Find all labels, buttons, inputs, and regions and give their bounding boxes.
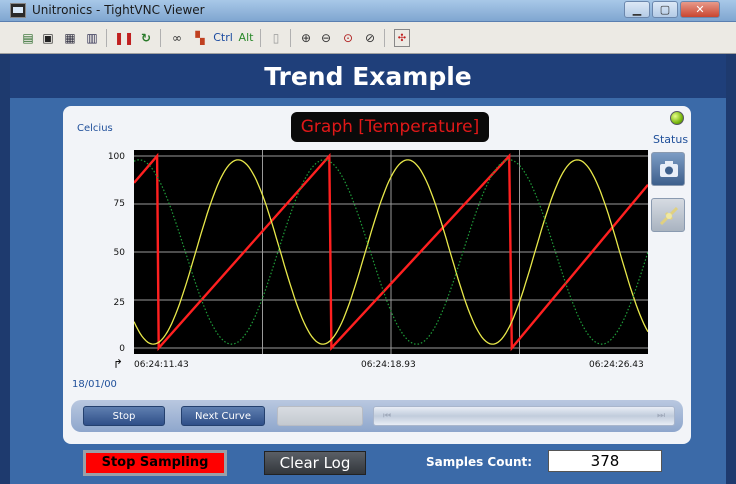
maximize-button[interactable]: ▢ [652, 1, 678, 18]
graph-title: Graph [Temperature] [291, 112, 489, 142]
trend-plot [133, 150, 649, 354]
ctrl-alt-del-icon[interactable]: ∞ [168, 29, 186, 47]
title-bar: Unitronics - TightVNC Viewer ▁ ▢ ✕ [0, 0, 736, 22]
y-tick-label: 100 [107, 152, 125, 162]
y-tick-label: 75 [113, 199, 125, 209]
toolbar-separator [384, 29, 385, 47]
stop-button[interactable]: Stop [83, 406, 165, 426]
vnc-window: Unitronics - TightVNC Viewer ▁ ▢ ✕ ▤ ▣ ▦… [0, 0, 736, 484]
page-title: Trend Example [264, 62, 472, 91]
toolbar-separator [260, 29, 261, 47]
connection-info-icon[interactable]: ▦ [62, 29, 78, 47]
alt-key-button[interactable]: Alt [238, 29, 254, 47]
status-led-icon [670, 111, 684, 125]
toolbar-separator [160, 29, 161, 47]
next-curve-button[interactable]: Next Curve [181, 406, 265, 426]
stop-sampling-button[interactable]: Stop Sampling [83, 450, 227, 476]
window-title: Unitronics - TightVNC Viewer [32, 3, 205, 17]
arrow-corner-icon: ↱ [113, 357, 124, 371]
stop-sampling-label: Stop Sampling [86, 453, 224, 473]
options-icon[interactable]: ▥ [84, 29, 100, 47]
x-tick-label: 06:24:11.43 [134, 360, 189, 370]
x-tick-label: 06:24:18.93 [361, 360, 416, 370]
trend-panel: Graph [Temperature] Celcius Status 100 7… [63, 106, 691, 444]
date-label: 18/01/00 [72, 379, 117, 390]
toolbar: ▤ ▣ ▦ ▥ ❚❚ ↻ ∞ ▚ Ctrl Alt ▯ ⊕ ⊖ ⊙ ⊘ ✣ [0, 22, 736, 54]
scroll-start-icon[interactable]: ⏮ [376, 409, 398, 423]
zoom-fit-icon[interactable]: ⊘ [362, 29, 378, 47]
unit-label: Celcius [77, 123, 113, 134]
minimize-button[interactable]: ▁ [624, 1, 650, 18]
pause-icon[interactable]: ❚❚ [114, 29, 134, 47]
control-bar: Stop Next Curve ⏮ ⏭ [71, 400, 683, 432]
refresh-icon[interactable]: ↻ [138, 29, 154, 47]
x-tick-label: 06:24:26.43 [589, 360, 644, 370]
scroll-end-icon[interactable]: ⏭ [650, 409, 672, 423]
y-tick-label: 0 [119, 344, 125, 354]
toolbar-separator [290, 29, 291, 47]
zoom-in-icon[interactable]: ⊕ [298, 29, 314, 47]
toolbar-separator [106, 29, 107, 47]
trend-chart-svg [133, 150, 649, 354]
hmi-header: Trend Example [10, 54, 726, 98]
ctrl-key-button[interactable]: Ctrl [212, 29, 234, 47]
camera-icon[interactable] [651, 152, 685, 186]
clear-log-button[interactable]: Clear Log [264, 451, 366, 475]
plug-icon[interactable] [651, 198, 685, 232]
history-scrollbar[interactable]: ⏮ ⏭ [373, 406, 675, 426]
samples-count-value: 378 [548, 450, 662, 472]
save-icon[interactable]: ▣ [40, 29, 56, 47]
status-label: Status [653, 133, 689, 146]
zoom-100-icon[interactable]: ⊙ [340, 29, 356, 47]
y-tick-label: 50 [113, 248, 125, 258]
connection-options-icon[interactable]: ▤ [20, 29, 36, 47]
fullscreen-icon[interactable]: ✣ [394, 29, 410, 47]
y-tick-label: 25 [113, 298, 125, 308]
hmi-screen: Trend Example Graph [Temperature] Celciu… [10, 54, 726, 484]
close-button[interactable]: ✕ [680, 1, 720, 18]
samples-count-label: Samples Count: [426, 455, 533, 469]
zoom-out-icon[interactable]: ⊖ [318, 29, 334, 47]
app-icon [10, 3, 26, 18]
start-menu-icon[interactable]: ▚ [192, 29, 208, 47]
disabled-button[interactable] [277, 406, 363, 426]
clipboard-icon[interactable]: ▯ [268, 29, 284, 47]
